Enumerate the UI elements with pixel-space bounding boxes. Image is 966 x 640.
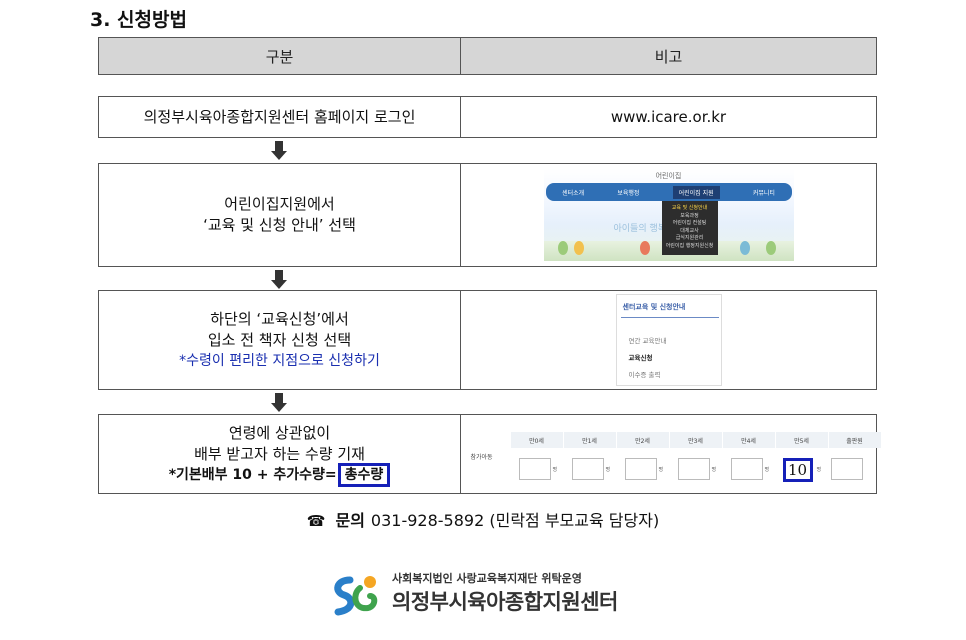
contact-line: ☎ 문의 031-928-5892 (민락점 부모교육 담당자) [0, 507, 966, 531]
site-dropdown-menu: 교육 및 신청안내 보육과정 어린이집 컨설팅 대체교사 급식지원관리 어린이집… [661, 201, 718, 255]
nav-item: 보육행정 [617, 189, 640, 197]
column-header: 만1세 [563, 432, 617, 448]
step-text: 연령에 상관없이 [228, 423, 331, 442]
step-text: ‘교육 및 신청 안내’ 선택 [203, 216, 356, 234]
tree-decoration [557, 241, 568, 255]
nav-item: 커뮤니티 [752, 189, 775, 197]
down-arrow-icon [271, 393, 287, 413]
unit-label: 명 [552, 467, 558, 473]
down-arrow-icon [271, 270, 287, 290]
tree-decoration [573, 241, 584, 255]
step-text: 의정부시육아종합지원센터 홈페이지 로그인 [143, 107, 416, 126]
step-remark: 참가아동 만0세 만1세 만2세 만3세 만4세 만5세 출판원 명 명 명 명… [461, 415, 882, 493]
step-row-login: 의정부시육아종합지원센터 홈페이지 로그인 www.icare.or.kr [98, 96, 877, 138]
unit-label: 명 [658, 467, 664, 473]
dropdown-item: 교육 및 신청안내 [671, 205, 708, 211]
nav-item-active: 어린이집 지원 [672, 185, 720, 199]
dropdown-item: 보육과정 [680, 212, 699, 219]
column-header: 출판원 [828, 432, 882, 448]
header-remarks: 비고 [654, 47, 683, 66]
step-text: 하단의 ‘교육신청’에서 [210, 309, 349, 328]
quantity-input-filled[interactable]: 10 [782, 458, 813, 482]
logo-name: 의정부시육아종합지원센터 [392, 590, 618, 614]
quantity-formula: *기본배부 10 + 추가수량= 총수량 [168, 462, 391, 487]
step-row-apply: 하단의 ‘교육신청’에서 입소 전 책자 신청 선택 *수령이 편리한 지점으로… [98, 290, 877, 390]
step-note: *수령이 편리한 지점으로 신청하기 [179, 352, 380, 369]
row-label: 참가아동 [470, 454, 493, 461]
dropdown-item: 급식지원관리 [675, 235, 704, 241]
telephone-icon: ☎ [306, 512, 326, 530]
quantity-input[interactable] [518, 458, 551, 480]
quantity-form-screenshot: 참가아동 만0세 만1세 만2세 만3세 만4세 만5세 출판원 명 명 명 명… [462, 420, 882, 488]
step-text: 입소 전 책자 신청 선택 [207, 330, 352, 349]
column-header: 만0세 [510, 432, 564, 448]
column-header: 만4세 [722, 432, 776, 448]
column-header: 만3세 [669, 432, 723, 448]
submenu-item: 연간 교육안내 [628, 337, 667, 345]
step-description: 의정부시육아종합지원센터 홈페이지 로그인 [99, 97, 461, 137]
step-description: 하단의 ‘교육신청’에서 입소 전 책자 신청 선택 *수령이 편리한 지점으로… [99, 291, 461, 389]
down-arrow-icon [271, 141, 287, 161]
contact-number: 031-928-5892 (민락점 부모교육 담당자) [370, 511, 660, 530]
header-category: 구분 [99, 38, 461, 74]
step-remark: 어린이집 센터소개 보육행정 어린이집 지원 커뮤니티 아이들의 행복한 세상 … [461, 164, 876, 266]
dropdown-item: 대체교사 [680, 227, 699, 234]
step-remark: 센터교육 및 신청안내 연간 교육안내 교육신청 이수증 출력 [461, 291, 876, 389]
step-remark: www.icare.or.kr [461, 97, 876, 137]
submenu-screenshot: 센터교육 및 신청안내 연간 교육안내 교육신청 이수증 출력 [615, 294, 722, 386]
dropdown-item: 어린이집 행정지원신청 [665, 242, 714, 249]
unit-label: 명 [764, 467, 770, 473]
homepage-url[interactable]: www.icare.or.kr [611, 108, 726, 126]
quantity-input[interactable] [730, 458, 763, 480]
submenu-item-selected: 교육신청 [628, 354, 653, 362]
site-title: 어린이집 [655, 172, 682, 180]
submenu-divider [620, 317, 719, 318]
quantity-input[interactable] [571, 458, 604, 480]
step-text: 어린이집지원에서 [224, 195, 335, 213]
contact-label: 문의 [335, 511, 365, 530]
nav-item: 센터소개 [562, 189, 585, 197]
quantity-input[interactable] [624, 458, 657, 480]
step-row-select-menu: 어린이집지원에서 ‘교육 및 신청 안내’ 선택 어린이집 센터소개 보육행정 … [98, 163, 877, 267]
site-nav-bar: 센터소개 보육행정 어린이집 지원 커뮤니티 [545, 183, 792, 201]
step-row-quantity: 연령에 상관없이 배부 받고자 하는 수량 기재 *기본배부 10 + 추가수량… [98, 414, 882, 494]
submenu-title: 센터교육 및 신청안내 [622, 303, 686, 311]
age-column-headers: 만0세 만1세 만2세 만3세 만4세 만5세 출판원 [510, 432, 882, 448]
unit-label: 명 [816, 467, 822, 473]
dropdown-item: 어린이집 컨설팅 [672, 220, 707, 226]
column-header: 만5세 [775, 432, 829, 448]
column-header: 만2세 [616, 432, 670, 448]
section-title: 3. 신청방법 [90, 9, 187, 31]
center-logo: 사회복지법인 사랑교육복지재단 위탁운영 의정부시육아종합지원센터 [330, 570, 620, 620]
logo-subtitle: 사회복지법인 사랑교육복지재단 위탁운영 [392, 572, 582, 585]
submenu-item: 이수증 출력 [628, 371, 661, 379]
step-text: 배부 받고자 하는 수량 기재 [194, 444, 365, 463]
tree-decoration [765, 241, 776, 255]
table-header: 구분 비고 [98, 37, 877, 75]
quantity-input[interactable] [677, 458, 710, 480]
quantity-input[interactable] [830, 458, 863, 480]
step-description: 연령에 상관없이 배부 받고자 하는 수량 기재 *기본배부 10 + 추가수량… [99, 415, 461, 493]
tree-decoration [639, 241, 650, 255]
unit-label: 명 [711, 467, 717, 473]
formula-text: *기본배부 10 + 추가수량= [168, 466, 337, 483]
tree-decoration [739, 241, 750, 255]
website-menu-screenshot: 어린이집 센터소개 보육행정 어린이집 지원 커뮤니티 아이들의 행복한 세상 … [543, 169, 794, 261]
center-logo-icon [334, 576, 378, 616]
total-quantity-highlight: 총수량 [337, 462, 391, 487]
unit-label: 명 [605, 467, 611, 473]
step-description: 어린이집지원에서 ‘교육 및 신청 안내’ 선택 [99, 164, 461, 266]
